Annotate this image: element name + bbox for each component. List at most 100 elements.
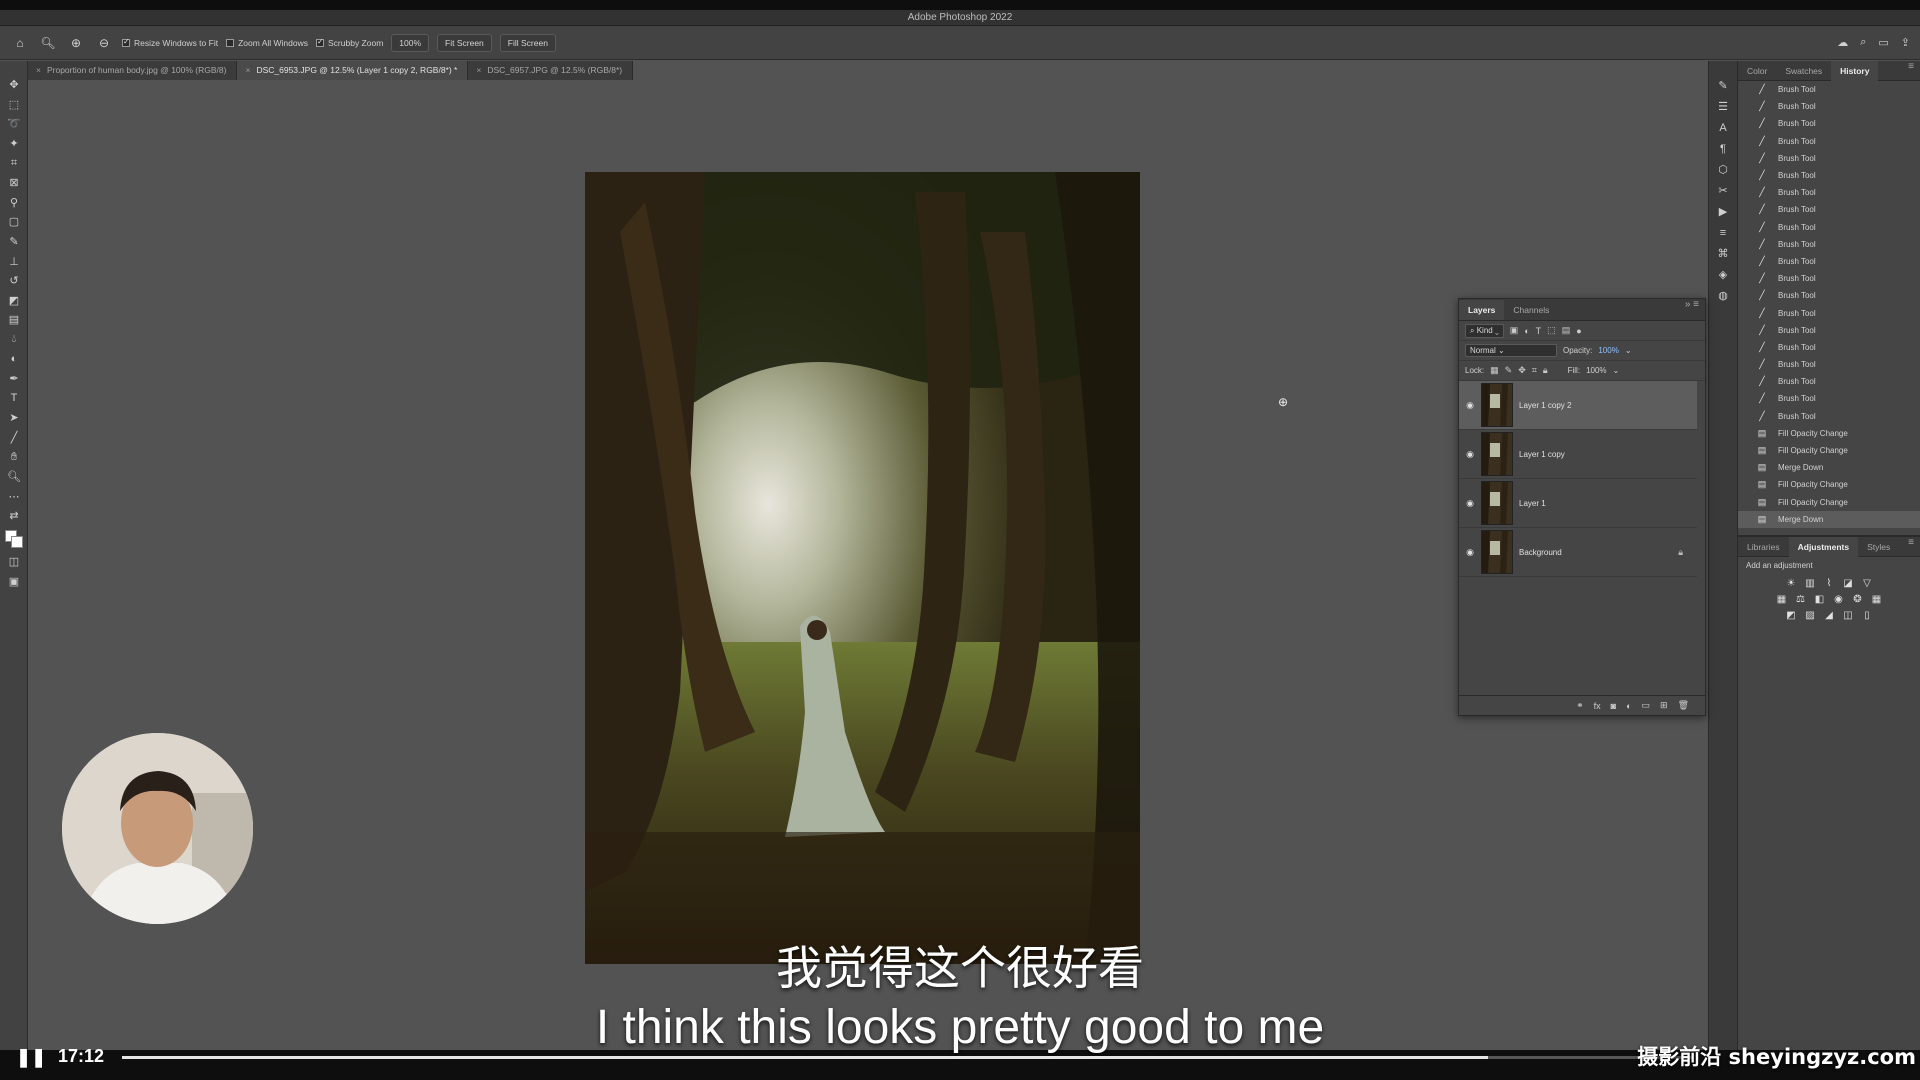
history-item[interactable]: ╱ Brush Tool — [1738, 373, 1920, 390]
invert-icon[interactable]: ◩ — [1785, 610, 1797, 622]
zoom-tool-preset-icon[interactable]: 🔍︎ — [38, 33, 58, 53]
close-icon[interactable]: × — [476, 65, 481, 75]
tab-history[interactable]: History — [1831, 60, 1879, 81]
color-swatches-icon[interactable] — [0, 526, 28, 552]
edit-toolbar-icon[interactable]: ⋯ — [0, 486, 28, 506]
history-item[interactable]: ▤ Fill Opacity Change — [1738, 476, 1920, 493]
history-item[interactable]: ▤ Fill Opacity Change — [1738, 442, 1920, 459]
tab-libraries[interactable]: Libraries — [1738, 537, 1789, 557]
layers-icon[interactable]: ◈ — [1709, 264, 1737, 285]
pause-icon[interactable]: ❚❚ — [16, 1047, 46, 1067]
tab-adjustments[interactable]: Adjustments — [1788, 536, 1859, 557]
history-item[interactable]: ╱ Brush Tool — [1738, 201, 1920, 218]
tool-presets-icon[interactable]: ✂ — [1709, 180, 1737, 201]
curves-icon[interactable]: ⌇ — [1823, 578, 1835, 590]
brush-tool-icon[interactable]: ✎ — [0, 232, 28, 252]
zoom-in-icon[interactable]: ⊕ — [66, 33, 86, 53]
levels-icon[interactable]: ▥ — [1804, 578, 1816, 590]
opacity-field[interactable]: 100% — [1598, 346, 1618, 355]
layer-row[interactable]: ◉ Background 🔒︎ — [1459, 528, 1697, 577]
history-item[interactable]: ╱ Brush Tool — [1738, 150, 1920, 167]
fit-screen-button[interactable]: Fit Screen — [437, 33, 492, 52]
channel-mixer-icon[interactable]: ❂ — [1852, 594, 1864, 606]
history-item[interactable]: ▤ Fill Opacity Change — [1738, 425, 1920, 442]
layer-row[interactable]: ◉ Layer 1 copy 2 — [1459, 381, 1697, 430]
vibrance-icon[interactable]: ▽ — [1861, 578, 1873, 590]
lock-icon[interactable]: 🔒︎ — [1678, 547, 1683, 558]
history-item[interactable]: ╱ Brush Tool — [1738, 287, 1920, 304]
history-item[interactable]: ╱ Brush Tool — [1738, 390, 1920, 407]
path-selection-tool-icon[interactable]: ➤ — [0, 408, 28, 428]
3d-icon[interactable]: ⬡ — [1709, 159, 1737, 180]
workspace-icon[interactable]: ▭ — [1878, 36, 1888, 49]
delete-layer-icon[interactable]: 🗑︎ — [1678, 700, 1689, 711]
search-icon[interactable]: ⌕ — [1860, 36, 1866, 49]
magic-wand-tool-icon[interactable]: ✦ — [0, 134, 28, 154]
type-filter-icon[interactable]: T — [1536, 326, 1542, 336]
tab-layers[interactable]: Layers — [1459, 299, 1505, 320]
scrubby-zoom-checkbox[interactable]: Scrubby Zoom — [316, 37, 383, 48]
filter-kind-select[interactable]: ⌕ Kind ⌄ — [1465, 323, 1504, 338]
panel-menu-icon[interactable]: ≡ — [1908, 61, 1914, 72]
history-item[interactable]: ╱ Brush Tool — [1738, 133, 1920, 150]
history-item[interactable]: ╱ Brush Tool — [1738, 270, 1920, 287]
hue-saturation-icon[interactable]: ▦ — [1776, 594, 1788, 606]
doc-tab-active[interactable]: × DSC_6953.JPG @ 12.5% (Layer 1 copy 2, R… — [237, 61, 469, 80]
selective-color-icon[interactable]: ◫ — [1842, 610, 1854, 622]
history-item[interactable]: ╱ Brush Tool — [1738, 408, 1920, 425]
pen-tool-icon[interactable]: ✒ — [0, 369, 28, 389]
panel-menu-icon[interactable]: » ≡ — [1685, 299, 1699, 310]
history-item[interactable]: ╱ Brush Tool — [1738, 322, 1920, 339]
lock-all-icon[interactable]: 🔒︎ — [1543, 365, 1548, 376]
lock-transparent-icon[interactable]: ▦ — [1490, 365, 1499, 376]
cloud-docs-icon[interactable]: ☁︎ — [1837, 36, 1848, 49]
tab-color[interactable]: Color — [1738, 61, 1776, 81]
layer-row[interactable]: ◉ Layer 1 — [1459, 479, 1697, 528]
quick-mask-icon[interactable]: ◫ — [0, 552, 28, 572]
line-tool-icon[interactable]: ╱ — [0, 428, 28, 448]
eraser-tool-icon[interactable]: ◩ — [0, 291, 28, 311]
blur-tool-icon[interactable]: 💧︎ — [0, 330, 28, 350]
resize-windows-checkbox[interactable]: Resize Windows to Fit — [122, 37, 218, 48]
history-item[interactable]: ╱ Brush Tool — [1738, 304, 1920, 321]
chevron-down-icon[interactable]: ⌄ — [1625, 346, 1632, 355]
new-adjustment-layer-icon[interactable]: ◐ — [1626, 701, 1631, 711]
fill-screen-button[interactable]: Fill Screen — [499, 33, 556, 52]
photo-filter-icon[interactable]: ◉ — [1833, 594, 1845, 606]
zoom-out-icon[interactable]: ⊖ — [94, 33, 114, 53]
history-item[interactable]: ╱ Brush Tool — [1738, 339, 1920, 356]
lock-pixels-icon[interactable]: ✎ — [1505, 365, 1513, 376]
brush-settings-icon[interactable]: ✎ — [1709, 75, 1737, 96]
swap-colors-icon[interactable]: ⇄ — [0, 506, 28, 526]
adjust-icon[interactable]: ≡ — [1709, 222, 1737, 243]
pixel-filter-icon[interactable]: ▣ — [1510, 325, 1519, 336]
paths-icon[interactable]: ⌘ — [1709, 243, 1737, 264]
add-mask-icon[interactable]: ◙ — [1611, 701, 1616, 711]
type-tool-icon[interactable]: T — [0, 389, 28, 409]
close-icon[interactable]: × — [36, 65, 41, 75]
tab-swatches[interactable]: Swatches — [1776, 61, 1831, 81]
visibility-eye-icon[interactable]: ◉ — [1459, 498, 1481, 509]
lasso-tool-icon[interactable]: ➰ — [0, 114, 28, 134]
doc-tab[interactable]: × DSC_6957.JPG @ 12.5% (RGB/8*) — [468, 61, 634, 80]
eyedropper-tool-icon[interactable]: ⚲ — [0, 193, 28, 213]
history-item[interactable]: ▤ Fill Opacity Change — [1738, 494, 1920, 511]
channels-icon[interactable]: ◍ — [1709, 285, 1737, 306]
history-item[interactable]: ╱ Brush Tool — [1738, 219, 1920, 236]
healing-brush-tool-icon[interactable]: ▢ — [0, 212, 28, 232]
shape-filter-icon[interactable]: ⬚ — [1547, 325, 1556, 336]
paragraph-icon[interactable]: ¶ — [1709, 138, 1737, 159]
close-icon[interactable]: × — [245, 65, 250, 75]
actions-icon[interactable]: ▶ — [1709, 201, 1737, 222]
blend-mode-select[interactable]: Normal ⌄ — [1465, 344, 1557, 357]
progress-bar[interactable] — [122, 1056, 1692, 1059]
history-item[interactable]: ╱ Brush Tool — [1738, 81, 1920, 98]
color-lookup-icon[interactable]: ▦ — [1871, 594, 1883, 606]
frame-tool-icon[interactable]: ⊠ — [0, 173, 28, 193]
chevron-down-icon[interactable]: ⌄ — [1613, 366, 1620, 375]
zoom-100-button[interactable]: 100% — [391, 33, 430, 52]
history-brush-tool-icon[interactable]: ↺ — [0, 271, 28, 291]
smart-object-filter-icon[interactable]: ▤ — [1562, 325, 1571, 336]
gradient-tool-icon[interactable]: ▤ — [0, 310, 28, 330]
history-item[interactable]: ▤ Merge Down — [1738, 510, 1920, 528]
